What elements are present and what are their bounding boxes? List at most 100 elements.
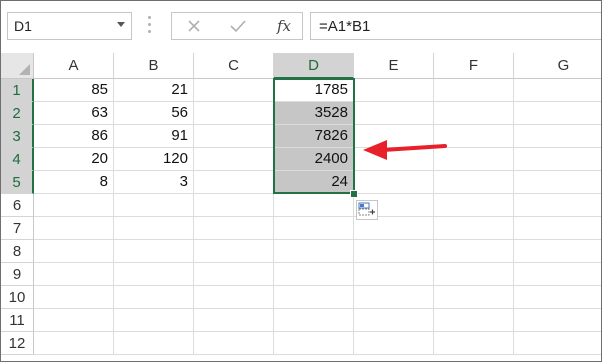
resize-handle-icon[interactable] [148,16,151,36]
cell-d3[interactable]: 7826 [274,125,354,148]
cell-e8[interactable] [354,240,434,263]
row-header-11[interactable]: 11 [1,309,34,332]
cell-b4[interactable]: 120 [114,148,194,171]
cell-g5[interactable] [514,171,601,194]
check-icon[interactable] [226,16,250,36]
row-header-12[interactable]: 12 [1,332,34,355]
cell-d7[interactable] [274,217,354,240]
cell-g9[interactable] [514,263,601,286]
row-header-2[interactable]: 2 [1,102,34,125]
cell-c8[interactable] [194,240,274,263]
name-box[interactable]: D1 [7,12,132,40]
row-header-3[interactable]: 3 [1,125,34,148]
cell-b7[interactable] [114,217,194,240]
cell-e11[interactable] [354,309,434,332]
cell-a6[interactable] [34,194,114,217]
cell-d6[interactable] [274,194,354,217]
row-header-9[interactable]: 9 [1,263,34,286]
cell-b5[interactable]: 3 [114,171,194,194]
cell-b10[interactable] [114,286,194,309]
cell-e9[interactable] [354,263,434,286]
cell-c2[interactable] [194,102,274,125]
cell-b12[interactable] [114,332,194,355]
cell-d2[interactable]: 3528 [274,102,354,125]
cell-d11[interactable] [274,309,354,332]
row-header-1[interactable]: 1 [1,79,34,102]
cell-d10[interactable] [274,286,354,309]
cell-f12[interactable] [434,332,514,355]
column-header-b[interactable]: B [114,53,194,79]
cell-b1[interactable]: 21 [114,79,194,102]
cell-g12[interactable] [514,332,601,355]
cell-c11[interactable] [194,309,274,332]
cell-g10[interactable] [514,286,601,309]
cell-a2[interactable]: 63 [34,102,114,125]
cell-c12[interactable] [194,332,274,355]
cell-b8[interactable] [114,240,194,263]
cell-f7[interactable] [434,217,514,240]
cell-f5[interactable] [434,171,514,194]
cell-g4[interactable] [514,148,601,171]
cell-f1[interactable] [434,79,514,102]
row-header-6[interactable]: 6 [1,194,34,217]
select-all-button[interactable] [1,53,34,79]
cell-a11[interactable] [34,309,114,332]
cell-d8[interactable] [274,240,354,263]
close-icon[interactable] [182,16,206,36]
column-header-d[interactable]: D [274,53,354,79]
cell-e12[interactable] [354,332,434,355]
cell-a7[interactable] [34,217,114,240]
cell-d4[interactable]: 2400 [274,148,354,171]
cell-a3[interactable]: 86 [34,125,114,148]
cell-d5[interactable]: 24 [274,171,354,194]
cell-c10[interactable] [194,286,274,309]
row-header-7[interactable]: 7 [1,217,34,240]
cell-a5[interactable]: 8 [34,171,114,194]
cell-d1[interactable]: 1785 [274,79,354,102]
cell-a9[interactable] [34,263,114,286]
cell-f9[interactable] [434,263,514,286]
cell-g8[interactable] [514,240,601,263]
cell-g7[interactable] [514,217,601,240]
cell-d12[interactable] [274,332,354,355]
cell-d9[interactable] [274,263,354,286]
cell-b3[interactable]: 91 [114,125,194,148]
cell-c1[interactable] [194,79,274,102]
cell-f11[interactable] [434,309,514,332]
cell-g1[interactable] [514,79,601,102]
cell-a10[interactable] [34,286,114,309]
cell-g3[interactable] [514,125,601,148]
cell-e10[interactable] [354,286,434,309]
row-header-10[interactable]: 10 [1,286,34,309]
column-header-f[interactable]: F [434,53,514,79]
column-header-c[interactable]: C [194,53,274,79]
column-header-a[interactable]: A [34,53,114,79]
cell-e2[interactable] [354,102,434,125]
auto-fill-options-button[interactable] [356,200,378,220]
cell-c9[interactable] [194,263,274,286]
fill-handle[interactable] [350,190,358,198]
insert-function-button[interactable]: fx [272,16,296,36]
cell-c3[interactable] [194,125,274,148]
cell-c5[interactable] [194,171,274,194]
cell-f8[interactable] [434,240,514,263]
cell-c6[interactable] [194,194,274,217]
row-header-8[interactable]: 8 [1,240,34,263]
cell-g2[interactable] [514,102,601,125]
cell-g11[interactable] [514,309,601,332]
cell-f2[interactable] [434,102,514,125]
cell-a8[interactable] [34,240,114,263]
chevron-down-icon[interactable] [117,22,125,27]
row-header-5[interactable]: 5 [1,171,34,194]
cell-b6[interactable] [114,194,194,217]
cell-f6[interactable] [434,194,514,217]
cell-b9[interactable] [114,263,194,286]
row-header-4[interactable]: 4 [1,148,34,171]
cell-c7[interactable] [194,217,274,240]
cell-g6[interactable] [514,194,601,217]
cell-e5[interactable] [354,171,434,194]
cell-b2[interactable]: 56 [114,102,194,125]
cell-a1[interactable]: 85 [34,79,114,102]
cell-f10[interactable] [434,286,514,309]
cell-a4[interactable]: 20 [34,148,114,171]
